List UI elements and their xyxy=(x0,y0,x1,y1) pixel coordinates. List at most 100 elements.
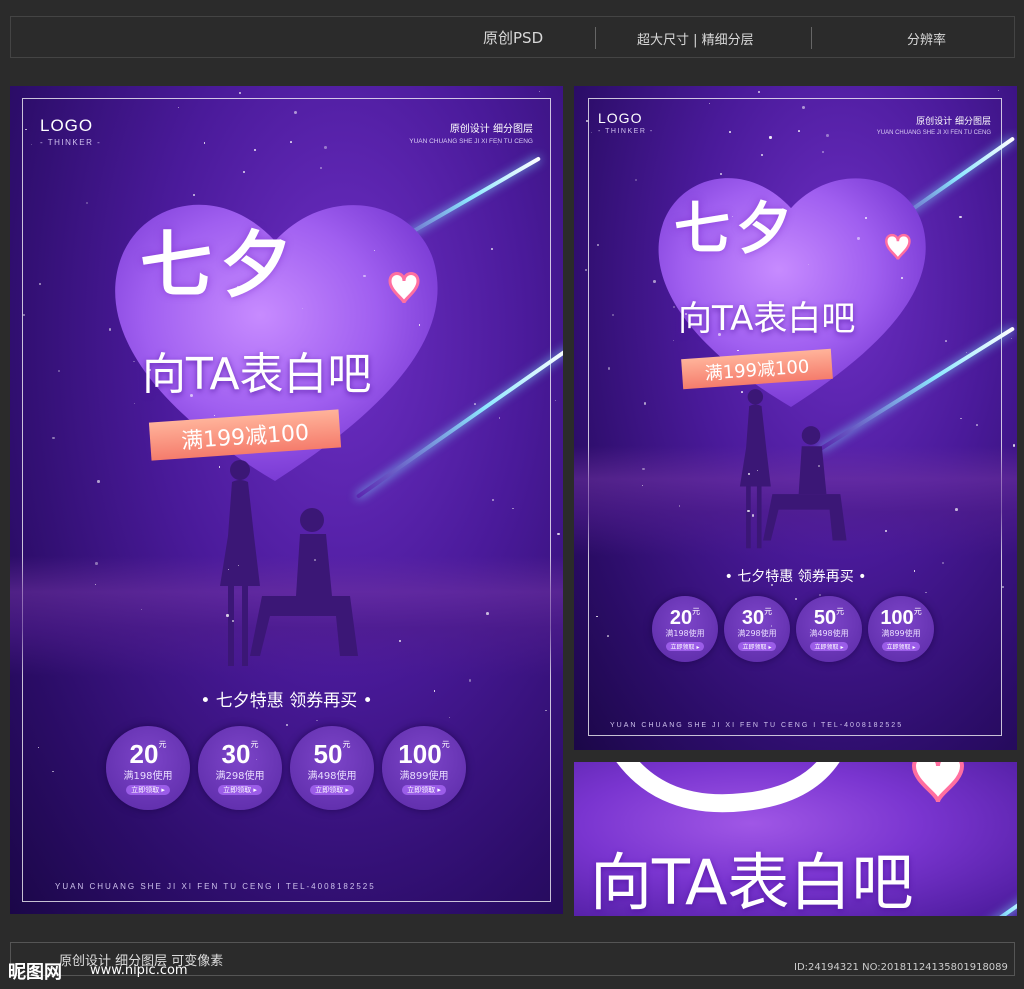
sparkle-dot xyxy=(708,102,711,104)
coupon-item[interactable]: 100元 满899使用 立即领取 ▸ xyxy=(382,726,466,810)
claim-button[interactable]: 立即领取 ▸ xyxy=(881,641,921,651)
coupon-value: 30 xyxy=(741,606,765,629)
watermark-logo: 昵图网 xyxy=(8,962,62,983)
coupon-condition: 满498使用 xyxy=(307,771,357,782)
light-streak xyxy=(967,892,1017,916)
logo-subtext: - THINKER - xyxy=(40,138,102,147)
claim-button[interactable]: 立即领取 ▸ xyxy=(310,785,354,795)
sparkle-dot xyxy=(324,145,328,149)
coupon-unit: 元 xyxy=(913,606,922,616)
sparkle-dot xyxy=(755,246,759,249)
top-info-bar: 原创PSD 超大尺寸 | 精细分层 分辨率 xyxy=(10,16,1015,58)
coupon-value: 30 xyxy=(221,739,251,769)
watermark-url: www.nipic.com xyxy=(90,963,188,978)
sparkle-dot xyxy=(30,143,32,145)
image-id: ID:24194321 NO:20181124135801918089 xyxy=(794,962,1008,973)
sparkle-dot xyxy=(1010,337,1012,339)
sparkle-dot xyxy=(731,215,733,218)
title-qixi: 七夕 xyxy=(140,223,301,307)
sparkle-dot xyxy=(97,480,100,483)
coupon-value: 50 xyxy=(813,606,837,629)
sparkle-dot xyxy=(955,507,958,511)
sparkle-dot xyxy=(192,194,195,197)
claim-button[interactable]: 立即领取 ▸ xyxy=(402,785,446,795)
sparkle-dot xyxy=(243,170,246,173)
poster-footer: YUAN CHUANG SHE JI XI FEN TU CENG I TEL-… xyxy=(55,882,376,891)
sparkle-dot xyxy=(597,243,600,246)
sparkle-dot xyxy=(925,591,927,594)
heart-icon xyxy=(911,762,965,803)
sparkle-dot xyxy=(857,237,860,240)
sparkle-dot xyxy=(148,368,151,371)
logo: LOGO - THINKER - xyxy=(598,110,654,135)
sparkle-dot xyxy=(226,614,229,617)
subtitle: 向TA表白吧 xyxy=(142,349,372,400)
sparkle-dot xyxy=(538,90,541,93)
coupon-unit: 元 xyxy=(250,740,259,749)
logo-text: LOGO xyxy=(40,116,94,135)
sparkle-dot xyxy=(473,403,476,406)
coupon-item[interactable]: 50元 满498使用 立即领取 ▸ xyxy=(290,726,374,810)
couple-silhouette xyxy=(739,389,847,549)
sparkle-dot xyxy=(748,473,750,475)
coupon-condition: 满298使用 xyxy=(215,771,265,782)
coupon-condition: 满298使用 xyxy=(737,628,777,638)
sparkle-dot xyxy=(672,306,675,308)
coupon-item[interactable]: 100元 满899使用 立即领取 ▸ xyxy=(868,596,934,662)
poster-large: LOGO - THINKER - 原创设计 细分图层 YUAN CHUANG S… xyxy=(10,86,563,914)
sparkle-dot xyxy=(729,130,731,133)
design-tag: 原创设计 细分图层 YUAN CHUANG SHE JI XI FEN TU C… xyxy=(409,120,533,145)
logo-text: LOGO xyxy=(598,110,643,126)
divider xyxy=(811,27,812,49)
coupon-value: 20 xyxy=(669,606,693,629)
poster-medium: LOGO - THINKER - 原创设计 细分图层 YUAN CHUANG S… xyxy=(574,86,1017,750)
sparkle-dot xyxy=(555,399,557,401)
sparkle-dot xyxy=(901,276,904,279)
claim-button[interactable]: 立即领取 ▸ xyxy=(126,785,170,795)
subtitle: 向TA表白吧 xyxy=(678,299,856,339)
sparkle-dot xyxy=(757,90,760,93)
coupon-item[interactable]: 30元 满298使用 立即领取 ▸ xyxy=(724,596,790,662)
promo-text: • 七夕特惠 领券再买 • xyxy=(724,569,867,585)
coupon-item[interactable]: 20元 满198使用 立即领取 ▸ xyxy=(652,596,718,662)
coupon-value: 100 xyxy=(398,739,442,769)
coupon-value: 100 xyxy=(880,606,914,629)
sparkle-dot xyxy=(819,594,822,596)
sparkle-dot xyxy=(255,758,257,760)
sparkle-dot xyxy=(52,436,55,440)
coupon-item[interactable]: 30元 满298使用 立即领取 ▸ xyxy=(198,726,282,810)
coupon-item[interactable]: 50元 满498使用 立即领取 ▸ xyxy=(796,596,862,662)
sparkle-dot xyxy=(770,625,773,627)
sparkle-dot xyxy=(584,268,587,271)
claim-button[interactable]: 立即领取 ▸ xyxy=(809,641,849,651)
title-qixi: 七夕 xyxy=(674,197,798,262)
coupon-condition: 满899使用 xyxy=(399,771,449,782)
coupon-unit: 元 xyxy=(692,606,701,616)
coupon-condition: 满899使用 xyxy=(881,628,921,638)
coupon-list: 20元 满198使用 立即领取 ▸ 30元 满298使用 立即领取 ▸ 50元 … xyxy=(652,596,934,662)
sparkle-dot xyxy=(913,570,916,572)
sparkle-dot xyxy=(448,716,450,719)
sparkle-dot xyxy=(997,89,1000,92)
sparkle-dot xyxy=(747,509,750,512)
claim-button[interactable]: 立即领取 ▸ xyxy=(665,641,705,651)
sparkle-dot xyxy=(214,414,216,416)
sparkle-dot xyxy=(95,562,98,565)
logo-subtext: - THINKER - xyxy=(598,128,654,135)
coupon-item[interactable]: 20元 满198使用 立即领取 ▸ xyxy=(106,726,190,810)
tag-en: YUAN CHUANG SHE JI XI FEN TU CENG xyxy=(876,130,991,136)
claim-button[interactable]: 立即领取 ▸ xyxy=(737,641,777,651)
tag-en: YUAN CHUANG SHE JI XI FEN TU CENG xyxy=(409,138,533,145)
sparkle-dot xyxy=(769,136,772,139)
coupon-condition: 满498使用 xyxy=(809,628,849,638)
claim-button[interactable]: 立即领取 ▸ xyxy=(218,785,262,795)
sparkle-dot xyxy=(653,280,656,283)
sparkle-dot xyxy=(643,402,647,405)
design-tag: 原创设计 细分图层 YUAN CHUANG SHE JI XI FEN TU C… xyxy=(877,114,991,136)
psd-label: 原创PSD xyxy=(483,29,544,47)
sparkle-dot xyxy=(239,91,242,94)
subtitle-large: 向TA表白吧 xyxy=(590,846,914,916)
poster-detail-crop: 向TA表白吧 xyxy=(574,762,1017,916)
sparkle-dot xyxy=(363,274,366,277)
sparkle-dot xyxy=(38,282,41,285)
